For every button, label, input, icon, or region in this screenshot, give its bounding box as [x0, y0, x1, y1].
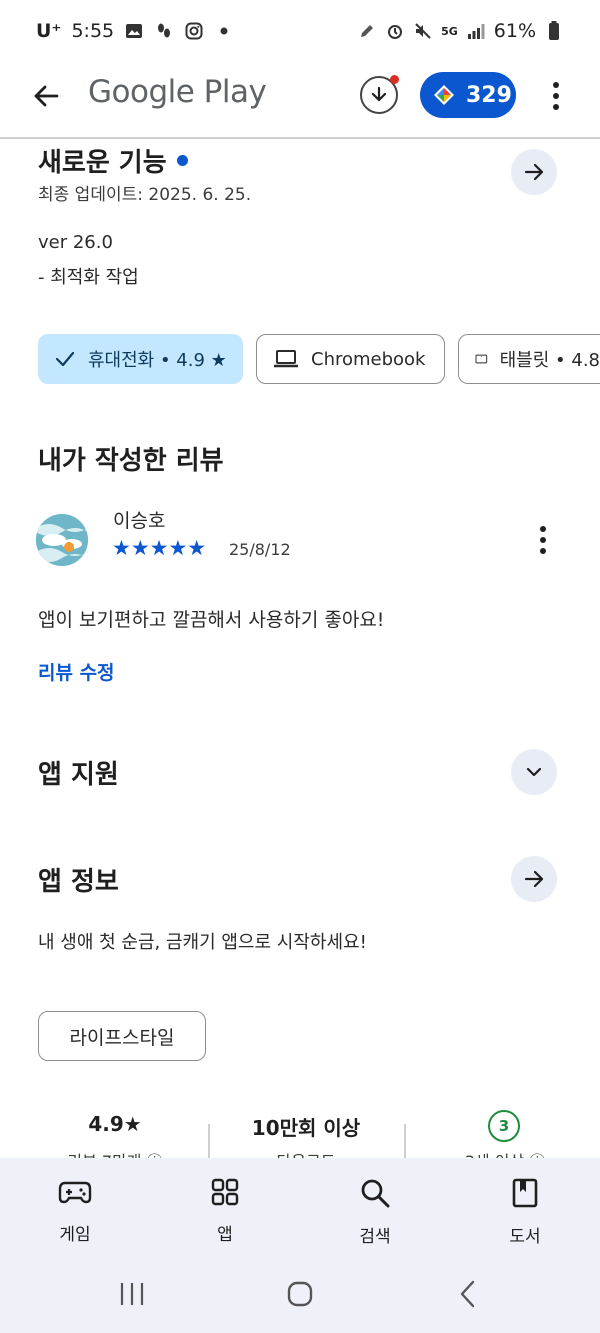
clock: 5:55 — [71, 20, 115, 42]
nav-apps[interactable]: 앱 — [150, 1158, 300, 1253]
bottom-navigation: 게임 앱 검색 도서 — [0, 1158, 600, 1253]
review-date: 25/8/12 — [229, 540, 291, 559]
nav-books[interactable]: 도서 — [450, 1158, 600, 1253]
tablet-icon — [475, 354, 488, 364]
status-bar: U⁺ 5:55 5G 61% — [0, 0, 600, 62]
stat-downloads: 10만회 이상 — [251, 1116, 361, 1140]
check-icon — [55, 351, 75, 367]
reviewer-name: 이승호 — [113, 510, 166, 532]
category-chip[interactable]: 라이프스타일 — [38, 1011, 206, 1061]
chevron-down-icon — [526, 767, 542, 777]
version-text: ver 26.0 — [38, 232, 113, 253]
play-points-count: 329 — [466, 82, 512, 108]
gamepad-icon — [58, 1181, 92, 1204]
play-points-icon — [434, 85, 454, 105]
back-arrow-icon — [34, 85, 59, 107]
gallery-icon — [124, 21, 144, 41]
last-updated: 최종 업데이트: 2025. 6. 25. — [38, 185, 252, 205]
mute-icon — [413, 21, 433, 41]
home-button[interactable] — [280, 1279, 320, 1309]
chip-tablet-label: 태블릿 • 4.8 — [499, 350, 600, 371]
nav-search[interactable]: 검색 — [300, 1158, 450, 1253]
avatar — [36, 514, 88, 566]
system-navigation-bar — [0, 1253, 600, 1333]
age-rating-icon: 3 — [488, 1110, 520, 1142]
carrier-label: U⁺ — [36, 20, 62, 42]
battery-icon — [544, 21, 564, 41]
app-description: 내 생애 첫 순금, 금캐기 앱으로 시작하세요! — [38, 932, 367, 953]
app-bar: Google Play 329 — [0, 62, 600, 132]
play-points-button[interactable]: 329 — [420, 72, 516, 118]
dot — [553, 93, 559, 99]
recent-apps-button[interactable] — [112, 1279, 152, 1309]
dot — [540, 548, 546, 554]
dot — [540, 537, 546, 543]
chip-chromebook[interactable]: Chromebook — [256, 334, 445, 384]
review-text: 앱이 보기편하고 깔끔해서 사용하기 좋아요! — [38, 609, 385, 631]
system-back-button[interactable] — [448, 1279, 488, 1309]
recent-apps-icon — [120, 1283, 144, 1305]
book-icon — [512, 1178, 538, 1208]
new-indicator-dot — [176, 155, 188, 166]
whats-new-title: 새로운 기능 — [38, 148, 167, 178]
release-notes: - 최적화 작업 — [38, 267, 139, 288]
downloads-button[interactable] — [360, 75, 399, 114]
chevron-left-icon — [460, 1280, 475, 1308]
whats-new-arrow-button[interactable] — [511, 149, 557, 195]
nav-books-label: 도서 — [509, 1227, 541, 1247]
google-play-logo: Google Play — [88, 74, 267, 110]
stat-divider — [208, 1124, 210, 1160]
review-stars: ★★★★★ — [112, 536, 207, 560]
apps-grid-icon — [211, 1178, 239, 1206]
nav-apps-label: 앱 — [217, 1225, 233, 1245]
chip-phone-label: 휴대전화 • 4.9 ★ — [88, 350, 227, 371]
app-info-heading: 앱 정보 — [38, 867, 119, 897]
nav-search-label: 검색 — [359, 1227, 391, 1247]
stat-rating: 4.9★ — [88, 1112, 142, 1136]
review-more-button[interactable] — [528, 522, 558, 558]
my-review-heading: 내가 작성한 리뷰 — [38, 446, 224, 476]
notification-badge — [390, 75, 399, 84]
back-button[interactable] — [26, 76, 66, 116]
app-info-arrow-button[interactable] — [511, 856, 557, 902]
header-divider — [0, 137, 600, 139]
laptop-icon — [274, 350, 298, 368]
instagram-icon — [184, 21, 204, 41]
search-icon — [361, 1179, 390, 1208]
alarm-icon — [385, 21, 405, 41]
stat-divider — [404, 1124, 406, 1160]
app-support-expand-button[interactable] — [511, 749, 557, 795]
pen-icon — [357, 21, 377, 41]
nav-games-label: 게임 — [59, 1225, 91, 1245]
footsteps-icon — [154, 21, 174, 41]
home-icon — [287, 1281, 313, 1307]
arrow-right-icon — [524, 870, 544, 888]
edit-review-link[interactable]: 리뷰 수정 — [38, 658, 115, 685]
notification-dot-icon — [214, 21, 234, 41]
network-type: 5G — [441, 24, 458, 38]
dot — [540, 526, 546, 532]
dot — [553, 82, 559, 88]
whats-new-heading: 새로운 기능 — [38, 142, 188, 179]
chip-phone[interactable]: 휴대전화 • 4.9 ★ — [38, 334, 243, 384]
avatar-image — [36, 514, 88, 566]
signal-icon — [466, 21, 486, 41]
chip-tablet[interactable]: 태블릿 • 4.8 — [458, 334, 600, 384]
download-icon — [371, 86, 387, 102]
battery-percent: 61% — [493, 20, 536, 42]
chip-chromebook-label: Chromebook — [311, 348, 426, 370]
more-options-button[interactable] — [540, 78, 572, 114]
nav-games[interactable]: 게임 — [0, 1158, 150, 1253]
dot — [553, 104, 559, 110]
app-support-heading: 앱 지원 — [38, 760, 119, 790]
arrow-right-icon — [524, 163, 544, 181]
